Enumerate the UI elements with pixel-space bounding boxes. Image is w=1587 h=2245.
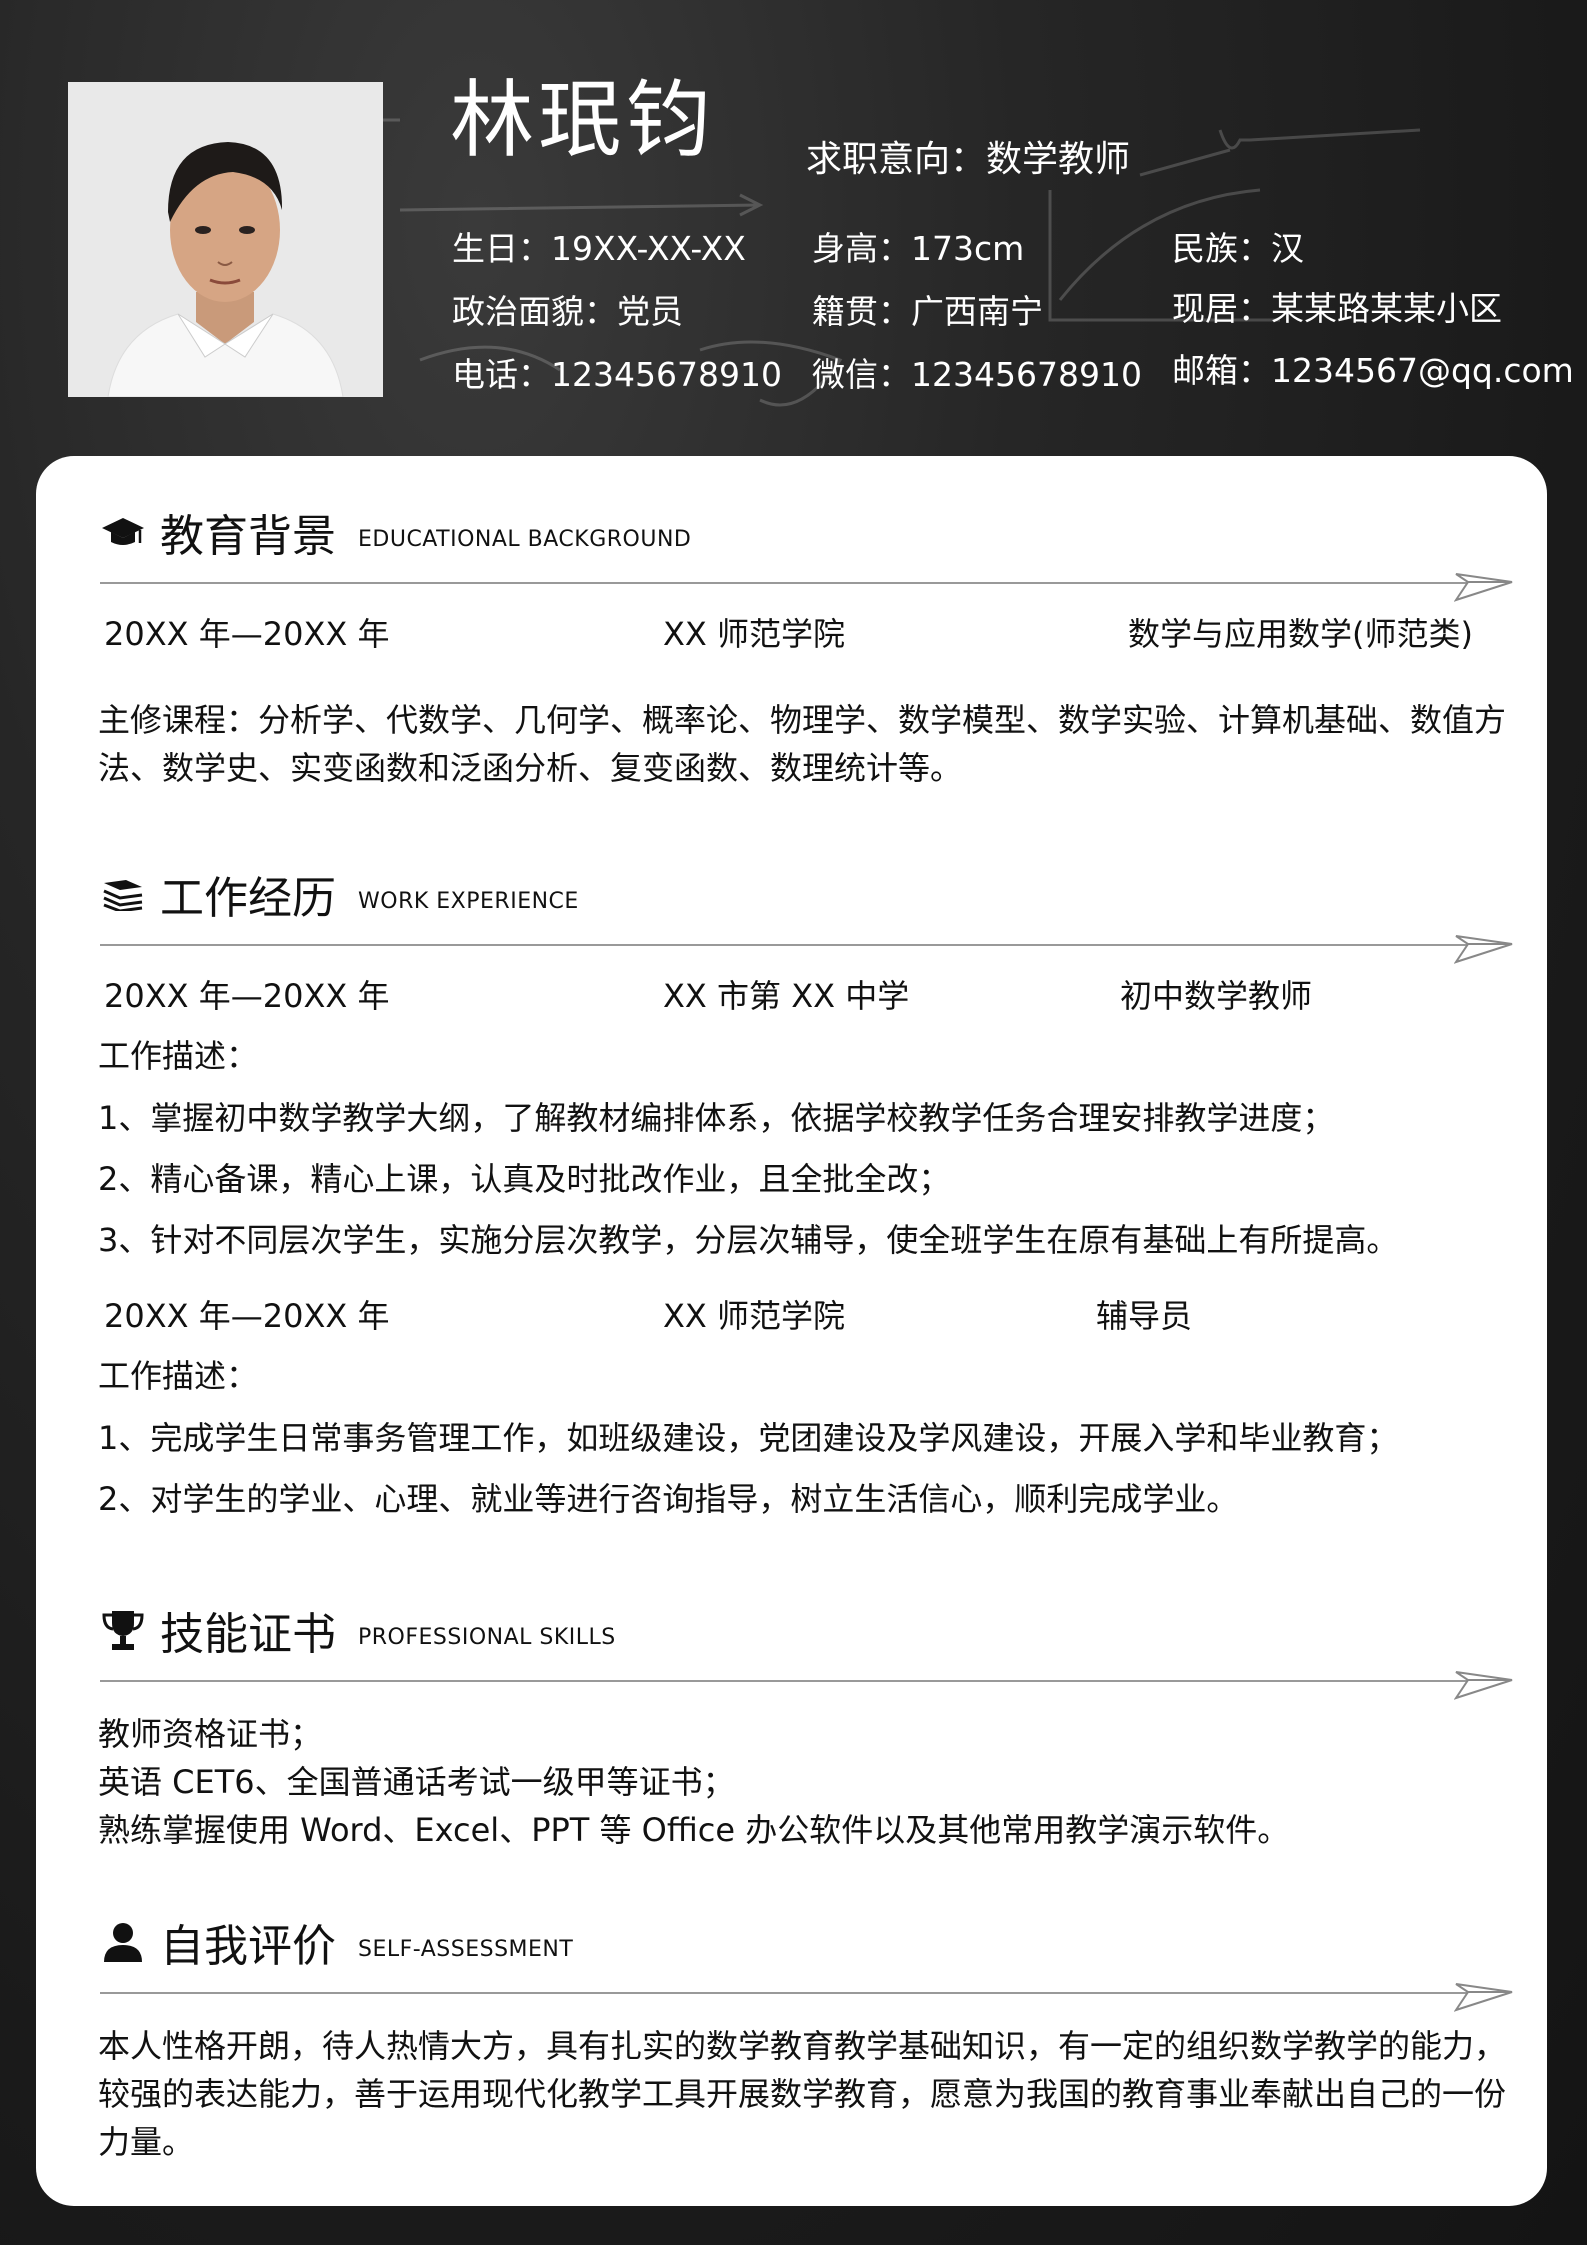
work-title-en: WORK EXPERIENCE [358,888,579,914]
education-major: 数学与应用数学(师范类) [1128,615,1473,653]
political-status: 政治面貌：党员 [452,292,683,331]
education-courses: 主修课程：分析学、代数学、几何学、概率论、物理学、数学模型、数学实验、计算机基础… [98,701,1507,787]
education-title: 教育背景 [160,511,336,562]
section-divider [100,944,1480,946]
current-address: 现居：某某路某某小区 [1172,289,1502,328]
self-title-en: SELF-ASSESSMENT [358,1936,574,1962]
paper-plane-icon [1454,935,1513,964]
job-1-role: 初中数学教师 [1120,977,1313,1015]
resume-body-card: 教育背景 EDUCATIONAL BACKGROUND 20XX 年—20XX … [36,456,1547,2206]
person-portrait [68,82,383,397]
job-2-item-2: 2、对学生的学业、心理、就业等进行咨询指导，树立生活信心，顺利完成学业。 [98,1480,1239,1518]
skill-item-2: 英语 CET6、全国普通话考试一级甲等证书； [98,1763,735,1801]
birthday: 生日：19XX-XX-XX [452,229,746,268]
graduation-cap-icon [98,510,148,554]
work-section-header: 工作经历 WORK EXPERIENCE [98,864,579,924]
skill-item-1: 教师资格证书； [98,1715,323,1753]
work-title: 工作经历 [160,873,336,924]
job-2-desc-label: 工作描述： [98,1357,259,1395]
job-intent: 求职意向：数学教师 [806,139,1131,180]
skill-item-3: 熟练掌握使用 Word、Excel、PPT 等 Office 办公软件以及其他常… [98,1811,1290,1849]
education-section-header: 教育背景 EDUCATIONAL BACKGROUND [98,502,691,562]
height: 身高：173cm [812,229,1025,268]
profile-photo [68,82,383,397]
paper-plane-icon [1454,573,1513,602]
education-school: XX 师范学院 [663,615,846,653]
job-1-item-2: 2、精心备课，精心上课，认真及时批改作业，且全批全改； [98,1160,951,1198]
job-1-desc-label: 工作描述： [98,1037,259,1075]
skills-section-header: 技能证书 PROFESSIONAL SKILLS [98,1600,616,1660]
education-period: 20XX 年—20XX 年 [104,615,390,653]
email: 邮箱：1234567@qq.com [1172,351,1574,390]
skills-title-en: PROFESSIONAL SKILLS [358,1624,616,1650]
job-2-role: 辅导员 [1096,1297,1193,1335]
section-divider [100,582,1480,584]
job-1-item-3: 3、针对不同层次学生，实施分层次教学，分层次辅导，使全班学生在原有基础上有所提高… [98,1221,1399,1259]
wechat: 微信：12345678910 [812,355,1142,394]
paper-plane-icon [1454,1671,1513,1700]
self-assessment-section-header: 自我评价 SELF-ASSESSMENT [98,1912,573,1972]
job-1-org: XX 市第 XX 中学 [663,977,910,1015]
trophy-icon [98,1608,148,1652]
person-icon [98,1920,148,1964]
job-1-period: 20XX 年—20XX 年 [104,977,390,1015]
education-title-en: EDUCATIONAL BACKGROUND [358,526,692,552]
skills-title: 技能证书 [160,1609,336,1660]
job-2-org: XX 师范学院 [663,1297,846,1335]
paper-plane-icon [1454,1983,1513,2012]
job-2-item-1: 1、完成学生日常事务管理工作，如班级建设，党团建设及学风建设，开展入学和毕业教育… [98,1419,1399,1457]
applicant-name: 林珉钧 [450,71,715,169]
job-2-period: 20XX 年—20XX 年 [104,1297,390,1335]
self-assessment-text: 本人性格开朗，待人热情大方，具有扎实的数学教育教学基础知识，有一定的组织数学教学… [98,2027,1507,2161]
section-divider [100,1992,1480,1994]
ethnicity: 民族：汉 [1172,229,1304,268]
self-title: 自我评价 [160,1921,336,1972]
native-place: 籍贯：广西南宁 [812,292,1043,331]
job-1-item-1: 1、掌握初中数学教学大纲，了解教材编排体系，依据学校教学任务合理安排教学进度； [98,1099,1335,1137]
phone: 电话：12345678910 [452,355,782,394]
section-divider [100,1680,1480,1682]
book-stack-icon [98,872,148,916]
